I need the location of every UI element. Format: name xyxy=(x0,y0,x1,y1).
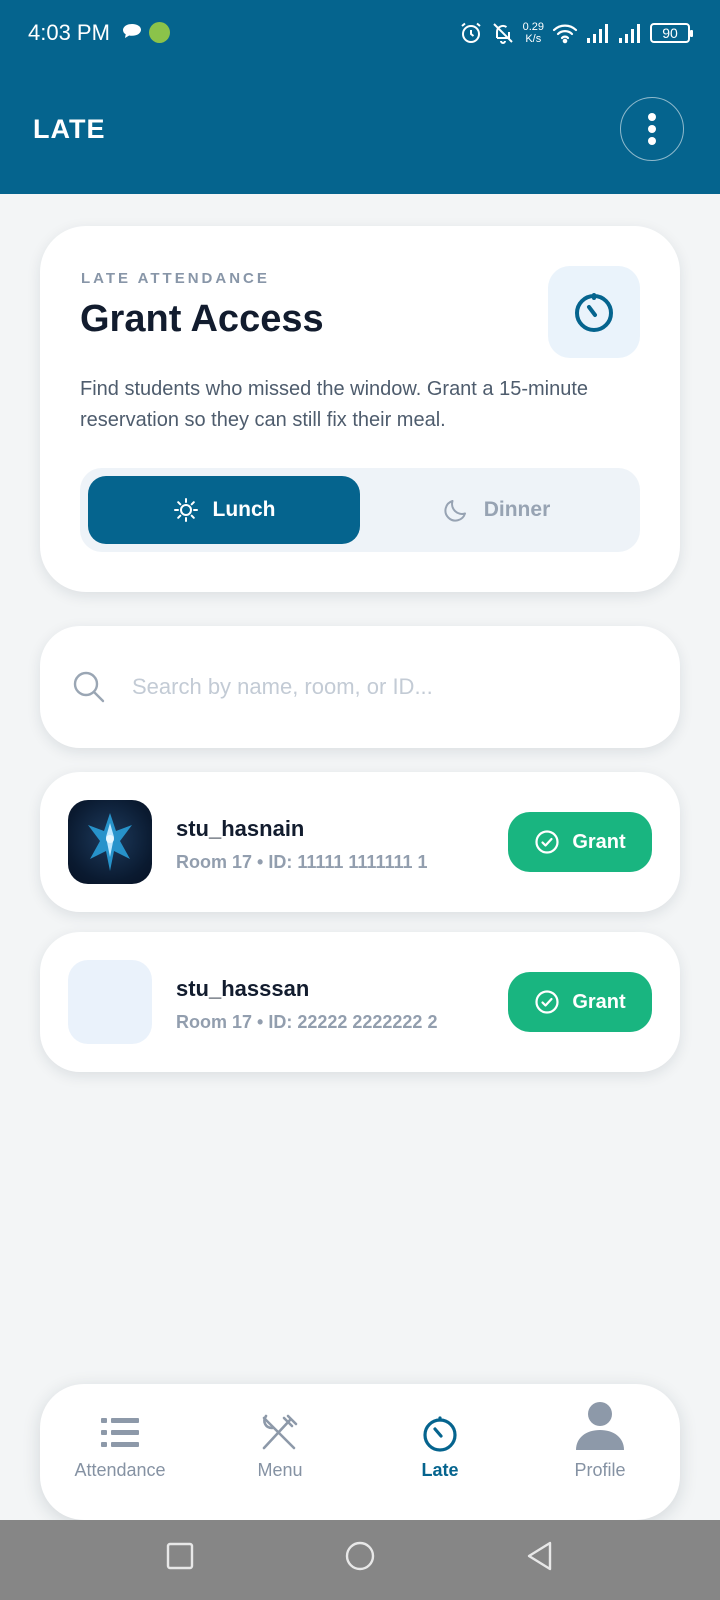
more-vertical-icon xyxy=(648,113,656,145)
tab-lunch[interactable]: Lunch xyxy=(88,476,360,544)
timer-icon xyxy=(575,293,613,332)
search-bar xyxy=(40,626,680,748)
battery-indicator: 90 xyxy=(650,23,693,43)
app-notification-icon xyxy=(149,22,170,43)
nav-label-attendance: Attendance xyxy=(74,1460,166,1480)
list-item: stu_hasnain Room 17 • ID: 11111 1111111 … xyxy=(40,772,680,912)
avatar xyxy=(68,800,152,884)
grant-button-label: Grant xyxy=(572,990,626,1013)
more-options-button[interactable] xyxy=(620,97,684,161)
search-input[interactable] xyxy=(132,666,652,708)
timer-icon xyxy=(423,1416,457,1452)
utensils-icon xyxy=(262,1414,298,1450)
student-meta: Room 17 • ID: 22222 2222222 2 xyxy=(176,1012,438,1032)
person-icon xyxy=(576,1402,624,1450)
status-time: 4:03 PM xyxy=(28,20,110,45)
home-icon[interactable] xyxy=(344,1540,376,1572)
timer-badge xyxy=(548,266,640,358)
search-icon xyxy=(73,671,105,703)
student-meta: Room 17 • ID: 11111 1111111 1 xyxy=(176,852,428,872)
avatar xyxy=(68,960,152,1044)
card-title: Grant Access xyxy=(80,298,324,340)
card-eyebrow: LATE ATTENDANCE xyxy=(81,270,270,287)
tab-dinner[interactable]: Dinner xyxy=(360,476,632,544)
sun-icon xyxy=(173,498,198,522)
nav-item-late[interactable]: Late xyxy=(360,1384,520,1520)
bottom-navigation: Attendance Menu Late Profile xyxy=(40,1384,680,1520)
page-title: LATE xyxy=(33,114,106,144)
nav-label-menu: Menu xyxy=(257,1460,303,1480)
check-circle-icon xyxy=(535,830,559,854)
avatar-emblem-icon xyxy=(88,813,132,871)
nav-label-profile: Profile xyxy=(574,1460,626,1480)
wifi-icon xyxy=(552,24,578,44)
student-name: stu_hasnain xyxy=(176,816,305,841)
card-description: Find students who missed the window. Gra… xyxy=(80,378,589,431)
bell-off-icon xyxy=(492,23,513,44)
back-icon[interactable] xyxy=(524,1540,556,1572)
grant-access-card: LATE ATTENDANCE Grant Access Find studen… xyxy=(40,226,680,592)
grant-button[interactable]: Grant xyxy=(508,812,652,872)
signal-icon-2 xyxy=(619,24,640,43)
tab-dinner-label: Dinner xyxy=(483,498,551,521)
tab-lunch-label: Lunch xyxy=(212,498,276,521)
nav-label-late: Late xyxy=(421,1460,459,1480)
alarm-icon xyxy=(460,22,481,43)
app-bar: LATE xyxy=(0,66,720,194)
signal-icon xyxy=(587,24,608,43)
system-navigation-bar xyxy=(0,1520,720,1600)
status-bar: 4:03 PM 0.29 K/s 90 xyxy=(0,0,720,66)
network-speed: 0.29 K/s xyxy=(522,21,544,45)
moon-icon xyxy=(444,500,466,522)
chat-notification-icon xyxy=(123,24,141,38)
grant-button[interactable]: Grant xyxy=(508,972,652,1032)
nav-item-menu[interactable]: Menu xyxy=(200,1384,360,1520)
list-item: stu_hasssan Room 17 • ID: 22222 2222222 … xyxy=(40,932,680,1072)
grant-button-label: Grant xyxy=(572,830,626,853)
list-icon xyxy=(101,1418,139,1447)
check-circle-icon xyxy=(535,990,559,1014)
recents-icon[interactable] xyxy=(164,1540,196,1572)
nav-item-attendance[interactable]: Attendance xyxy=(40,1384,200,1520)
meal-toggle: Lunch Dinner xyxy=(80,468,640,552)
student-name: stu_hasssan xyxy=(176,976,310,1001)
nav-item-profile[interactable]: Profile xyxy=(520,1384,680,1520)
